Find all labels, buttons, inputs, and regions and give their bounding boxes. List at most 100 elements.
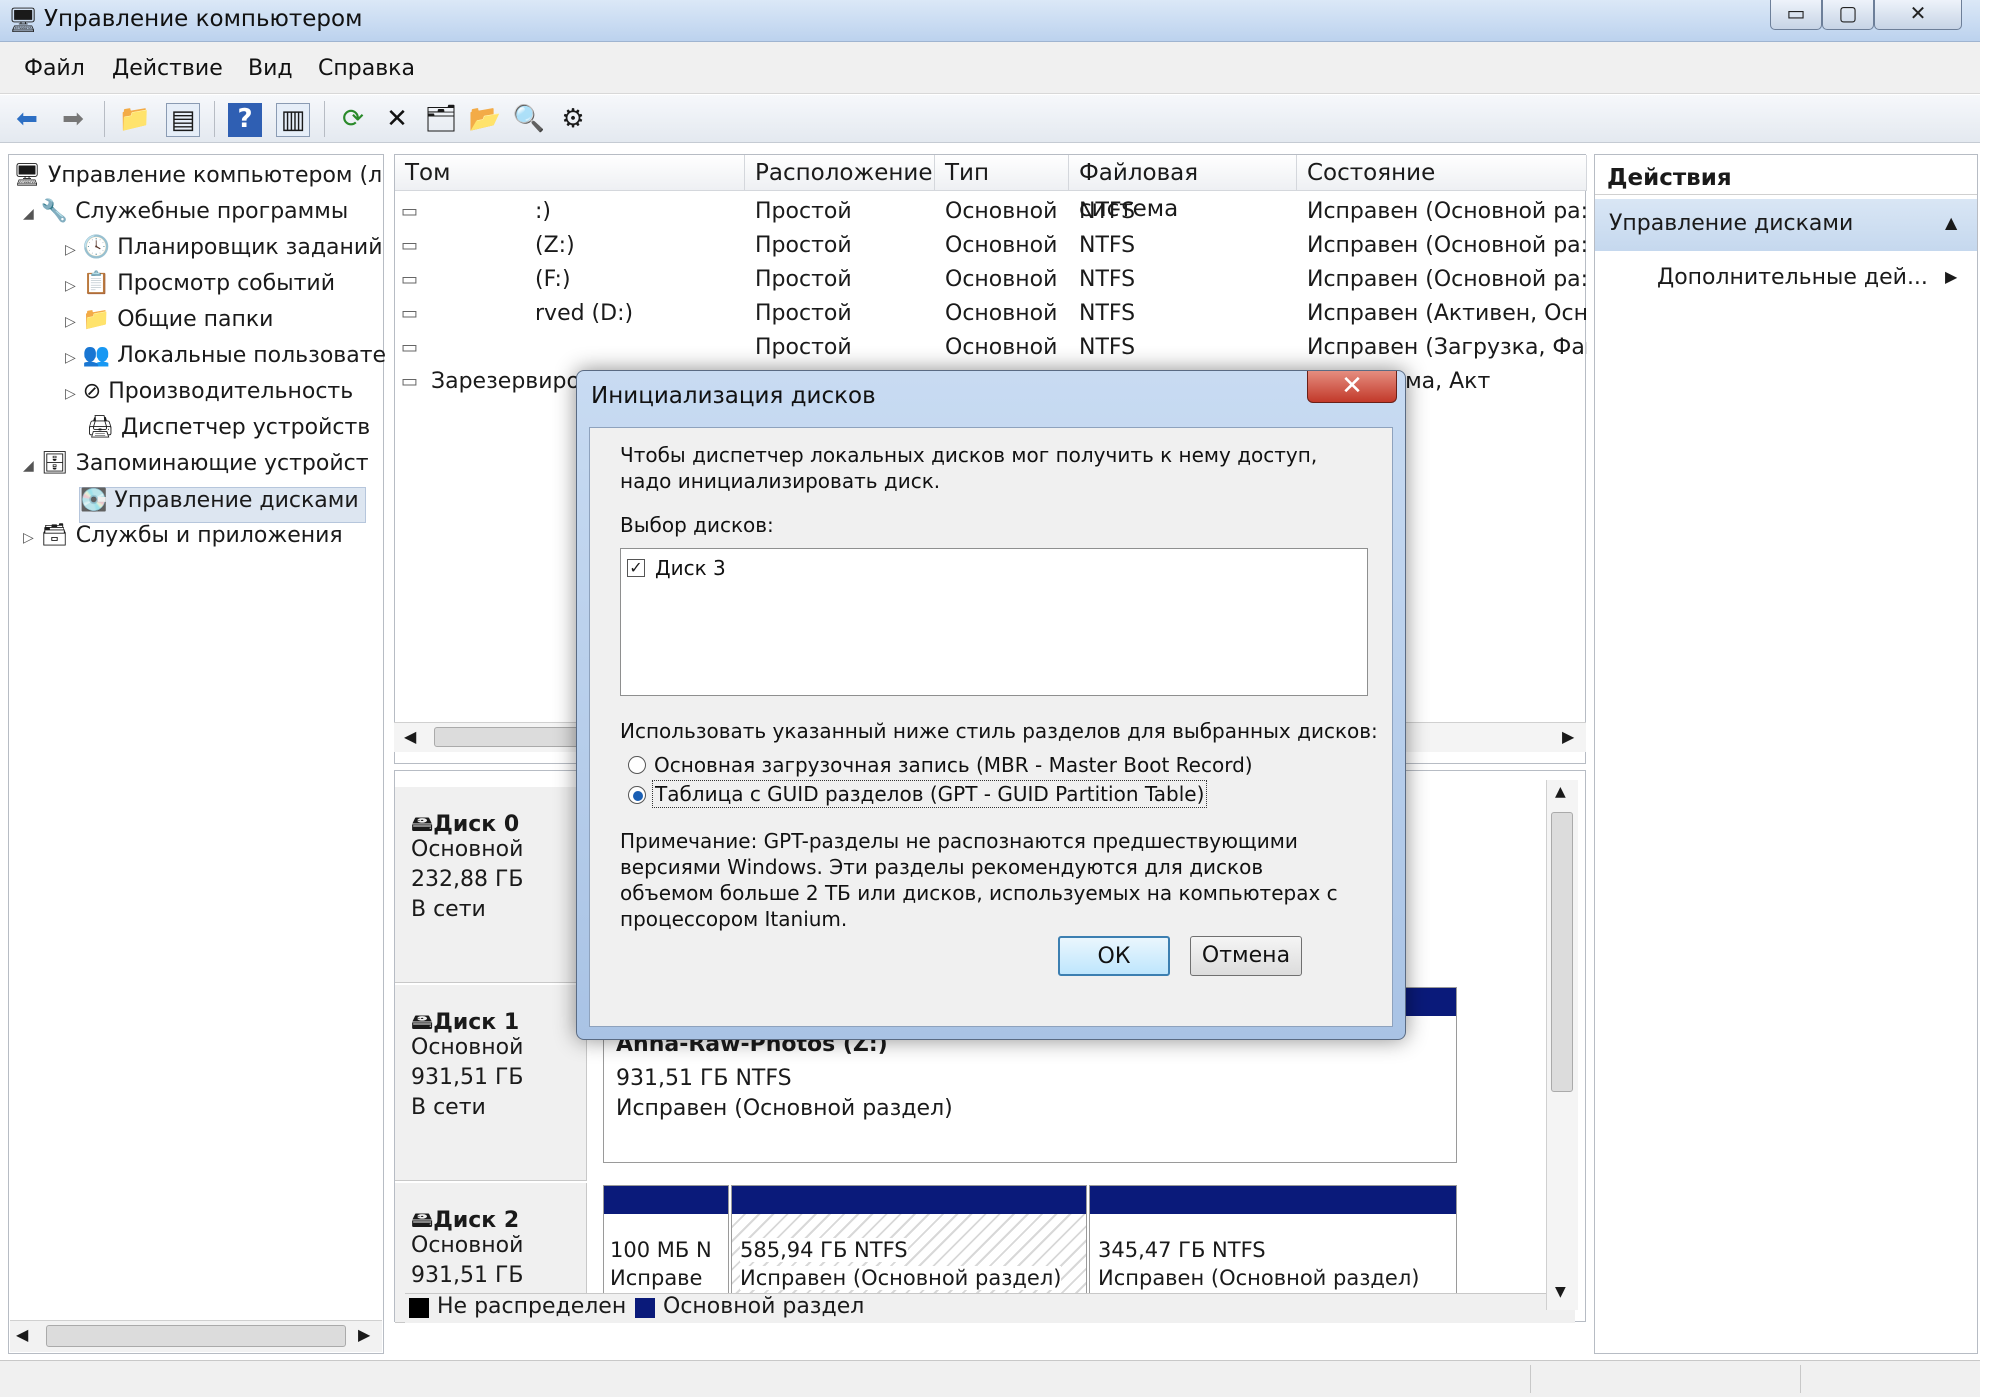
menu-action[interactable]: Действие — [112, 56, 223, 81]
disk-3-label[interactable]: Диск 3 — [655, 555, 726, 581]
open-icon[interactable]: 📂 — [468, 103, 502, 137]
volume-type: Основной — [945, 301, 1058, 326]
legend-label-primary: Основной раздел — [663, 1294, 865, 1319]
forward-icon[interactable]: ➡ — [56, 103, 90, 137]
mbr-option-label[interactable]: Основная загрузочная запись (MBR - Maste… — [654, 752, 1253, 778]
disk-0-label[interactable]: 🖴Диск 0 Основной 232,88 ГБ В сети — [395, 787, 587, 983]
tree-item-disk-management[interactable]: 💽 Управление дисками — [79, 487, 366, 523]
services-icon: 🗃 — [40, 523, 69, 548]
volume-filesystem: NTFS — [1079, 267, 1136, 292]
mbr-radio[interactable] — [628, 756, 646, 774]
collapse-arrow-icon[interactable]: ◢ — [23, 206, 34, 222]
volume-status: Исправен (Основной ра: — [1307, 267, 1587, 292]
collapse-arrow-icon[interactable]: ◢ — [23, 458, 34, 474]
disk-management-icon: 💽 — [80, 488, 108, 513]
disk-1-label[interactable]: 🖴Диск 1 Основной 931,51 ГБ В сети — [395, 985, 587, 1181]
expand-arrow-icon[interactable]: ▷ — [65, 242, 76, 258]
show-action-pane-icon[interactable]: ▥ — [276, 103, 310, 137]
volume-layout: Простой — [755, 301, 852, 326]
disk-3-checkbox[interactable]: ✓ — [627, 559, 645, 577]
tree-item-shared-folders[interactable]: ▷ 📁 Общие папки — [65, 307, 273, 343]
column-header-volume[interactable]: Том — [395, 155, 745, 191]
tree-item-system-tools[interactable]: ◢ 🔧 Служебные программы — [23, 199, 348, 235]
scroll-thumb[interactable] — [46, 1325, 346, 1347]
search-icon[interactable]: 🔍 — [512, 103, 546, 137]
column-header-type[interactable]: Тип — [935, 155, 1069, 191]
partition-bar — [1090, 1186, 1456, 1214]
expand-arrow-icon[interactable]: ▷ — [65, 350, 76, 366]
partition-status: Исправен (Основной раздел) — [616, 1096, 953, 1121]
expand-arrow-icon[interactable]: ▷ — [23, 530, 34, 546]
scroll-right-icon[interactable]: ▶ — [358, 1325, 370, 1344]
tree-root[interactable]: 🖥 Управление компьютером (л — [13, 163, 382, 199]
dialog-close-button[interactable]: ✕ — [1307, 371, 1397, 403]
tree-item-label: Общие папки — [117, 307, 274, 332]
tree-item-performance[interactable]: ▷ ⊘ Производительность — [65, 379, 353, 415]
scroll-down-icon[interactable]: ▼ — [1555, 1284, 1566, 1300]
maximize-button[interactable]: ▢ — [1822, 0, 1874, 30]
partition-bar — [604, 1186, 728, 1214]
menu-help[interactable]: Справка — [318, 56, 415, 81]
table-row[interactable]: ▭ (Z:) Простой Основной NTFS Исправен (Основн… — [395, 229, 1587, 263]
volume-type: Основной — [945, 199, 1058, 224]
disk-2-partition-2[interactable]: 585,94 ГБ NTFS Исправен (Основной раздел… — [731, 1185, 1087, 1295]
disk-name: Диск 2 — [433, 1208, 520, 1233]
tree-item-services-apps[interactable]: ▷ 🗃 Службы и приложения — [23, 523, 343, 559]
volume-name: :) — [535, 199, 551, 224]
expand-arrow-icon[interactable]: ▷ — [65, 314, 76, 330]
scroll-right-icon[interactable]: ▶ — [1562, 727, 1574, 746]
tree-item-local-users[interactable]: ▷ 👥 Локальные пользовате — [65, 343, 386, 379]
back-icon[interactable]: ⬅ — [10, 103, 44, 137]
tree-item-label: Служебные программы — [75, 199, 349, 224]
column-header-filesystem[interactable]: Файловая система — [1069, 155, 1297, 222]
expand-arrow-icon[interactable]: ▷ — [65, 386, 76, 402]
ok-button[interactable]: ОК — [1058, 936, 1170, 976]
menu-file[interactable]: Файл — [24, 56, 85, 81]
scroll-left-icon[interactable]: ◀ — [16, 1325, 28, 1344]
tree-item-label: Производительность — [108, 379, 354, 404]
disk-2-partition-3[interactable]: 345,47 ГБ NTFS Исправен (Основной раздел… — [1089, 1185, 1457, 1295]
legend-label-unallocated: Не распределен — [437, 1294, 627, 1319]
tree-item-task-scheduler[interactable]: ▷ 🕓 Планировщик заданий — [65, 235, 383, 271]
disk-select-list[interactable]: ✓ Диск 3 — [620, 548, 1368, 696]
cancel-button[interactable]: Отмена — [1190, 936, 1302, 976]
column-header-layout[interactable]: Расположение — [745, 155, 935, 191]
gpt-radio[interactable] — [628, 786, 646, 804]
table-row[interactable]: ▭ rved (D:) Простой Основной NTFS Исправен (А… — [395, 297, 1587, 331]
table-row[interactable]: ▭ (F:) Простой Основной NTFS Исправен (Основн… — [395, 263, 1587, 297]
volume-filesystem: NTFS — [1079, 233, 1136, 258]
scroll-thumb[interactable] — [1551, 812, 1573, 1092]
delete-icon[interactable]: ✕ — [380, 103, 414, 137]
tree-item-label: Службы и приложения — [75, 523, 343, 548]
show-tree-icon[interactable]: ▤ — [166, 103, 200, 137]
disk-size: 931,51 ГБ — [411, 1263, 524, 1288]
expand-arrow-icon[interactable]: ▷ — [65, 278, 76, 294]
table-row[interactable]: ▭ Простой Основной NTFS Исправен (Загрузка, … — [395, 331, 1587, 365]
tree-item-label: Планировщик заданий — [117, 235, 383, 260]
close-button[interactable]: ✕ — [1874, 0, 1962, 30]
up-folder-icon[interactable]: 📁 — [118, 103, 152, 137]
toolbar-separator — [324, 101, 325, 137]
actions-section-disk-management[interactable]: Управление дисками ▲ — [1595, 199, 1977, 251]
scroll-thumb[interactable] — [434, 727, 584, 747]
scroll-left-icon[interactable]: ◀ — [404, 727, 416, 746]
gpt-option-label[interactable]: Таблица с GUID разделов (GPT - GUID Part… — [652, 780, 1208, 808]
help-icon[interactable]: ? — [228, 103, 262, 137]
column-header-status[interactable]: Состояние — [1297, 155, 1587, 191]
refresh-icon[interactable]: ⟳ — [336, 103, 370, 137]
properties-icon[interactable]: 🗂 — [424, 103, 458, 137]
tree-item-storage[interactable]: ◢ 🗄 Запоминающие устройст — [23, 451, 369, 487]
tree-horizontal-scrollbar[interactable]: ◀ ▶ — [10, 1320, 382, 1352]
menu-view[interactable]: Вид — [248, 56, 293, 81]
disk-2-partition-1[interactable]: 100 МБ N Исправе — [603, 1185, 729, 1295]
disk-type: Основной — [411, 837, 524, 862]
collapse-section-icon[interactable]: ▲ — [1945, 213, 1957, 232]
tree-item-event-viewer[interactable]: ▷ 📋 Просмотр событий — [65, 271, 335, 307]
minimize-button[interactable]: ▭ — [1770, 0, 1822, 30]
disk-map-vertical-scrollbar[interactable]: ▲ ▼ — [1546, 780, 1578, 1310]
table-row[interactable]: ▭:) Простой Основной NTFS Исправен (Основной… — [395, 195, 1587, 229]
actions-more-item[interactable]: Дополнительные дей... ▶ — [1657, 265, 1967, 299]
tree-item-device-manager[interactable]: 🖨 Диспетчер устройств — [65, 415, 370, 451]
scroll-up-icon[interactable]: ▲ — [1555, 784, 1566, 800]
settings-icon[interactable]: ⚙ — [556, 103, 590, 137]
